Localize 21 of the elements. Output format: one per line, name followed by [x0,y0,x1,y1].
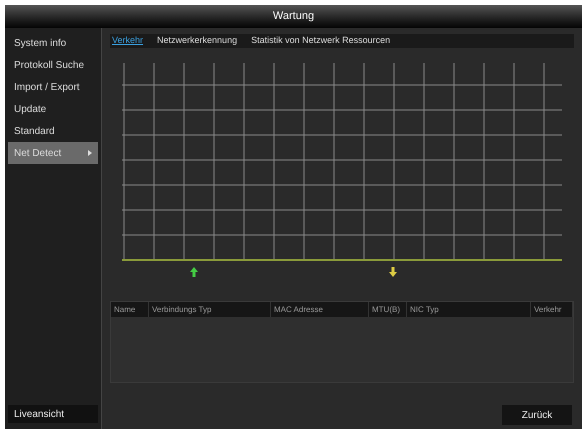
download-arrow-icon [389,267,397,277]
tab[interactable]: Verkehr [112,34,144,48]
column-header: Name [111,302,149,317]
sidebar-item[interactable]: Net Detect [8,142,98,164]
upload-arrow-icon [190,267,198,277]
live-view-button[interactable]: Liveansicht [8,405,98,423]
tab[interactable]: Statistik von Netzwerk Ressourcen [251,34,390,48]
tab[interactable]: Netzwerkerkennung [157,34,238,48]
window-title: Wartung [5,5,582,28]
sidebar-item[interactable]: System info [8,32,98,54]
sidebar-item[interactable]: Import / Export [8,76,98,98]
sidebar-item[interactable]: Standard [8,120,98,142]
column-header: MTU(B) [369,302,407,317]
caret-right-icon [88,150,92,156]
sidebar-item[interactable]: Protokoll Suche [8,54,98,76]
column-header: Verbindungs Typ [149,302,271,317]
column-header: MAC Adresse [271,302,369,317]
sidebar-item[interactable]: Update [8,98,98,120]
back-button[interactable]: Zurück [502,405,572,425]
column-header: NIC Typ [407,302,531,317]
column-header: Verkehr [531,302,573,317]
